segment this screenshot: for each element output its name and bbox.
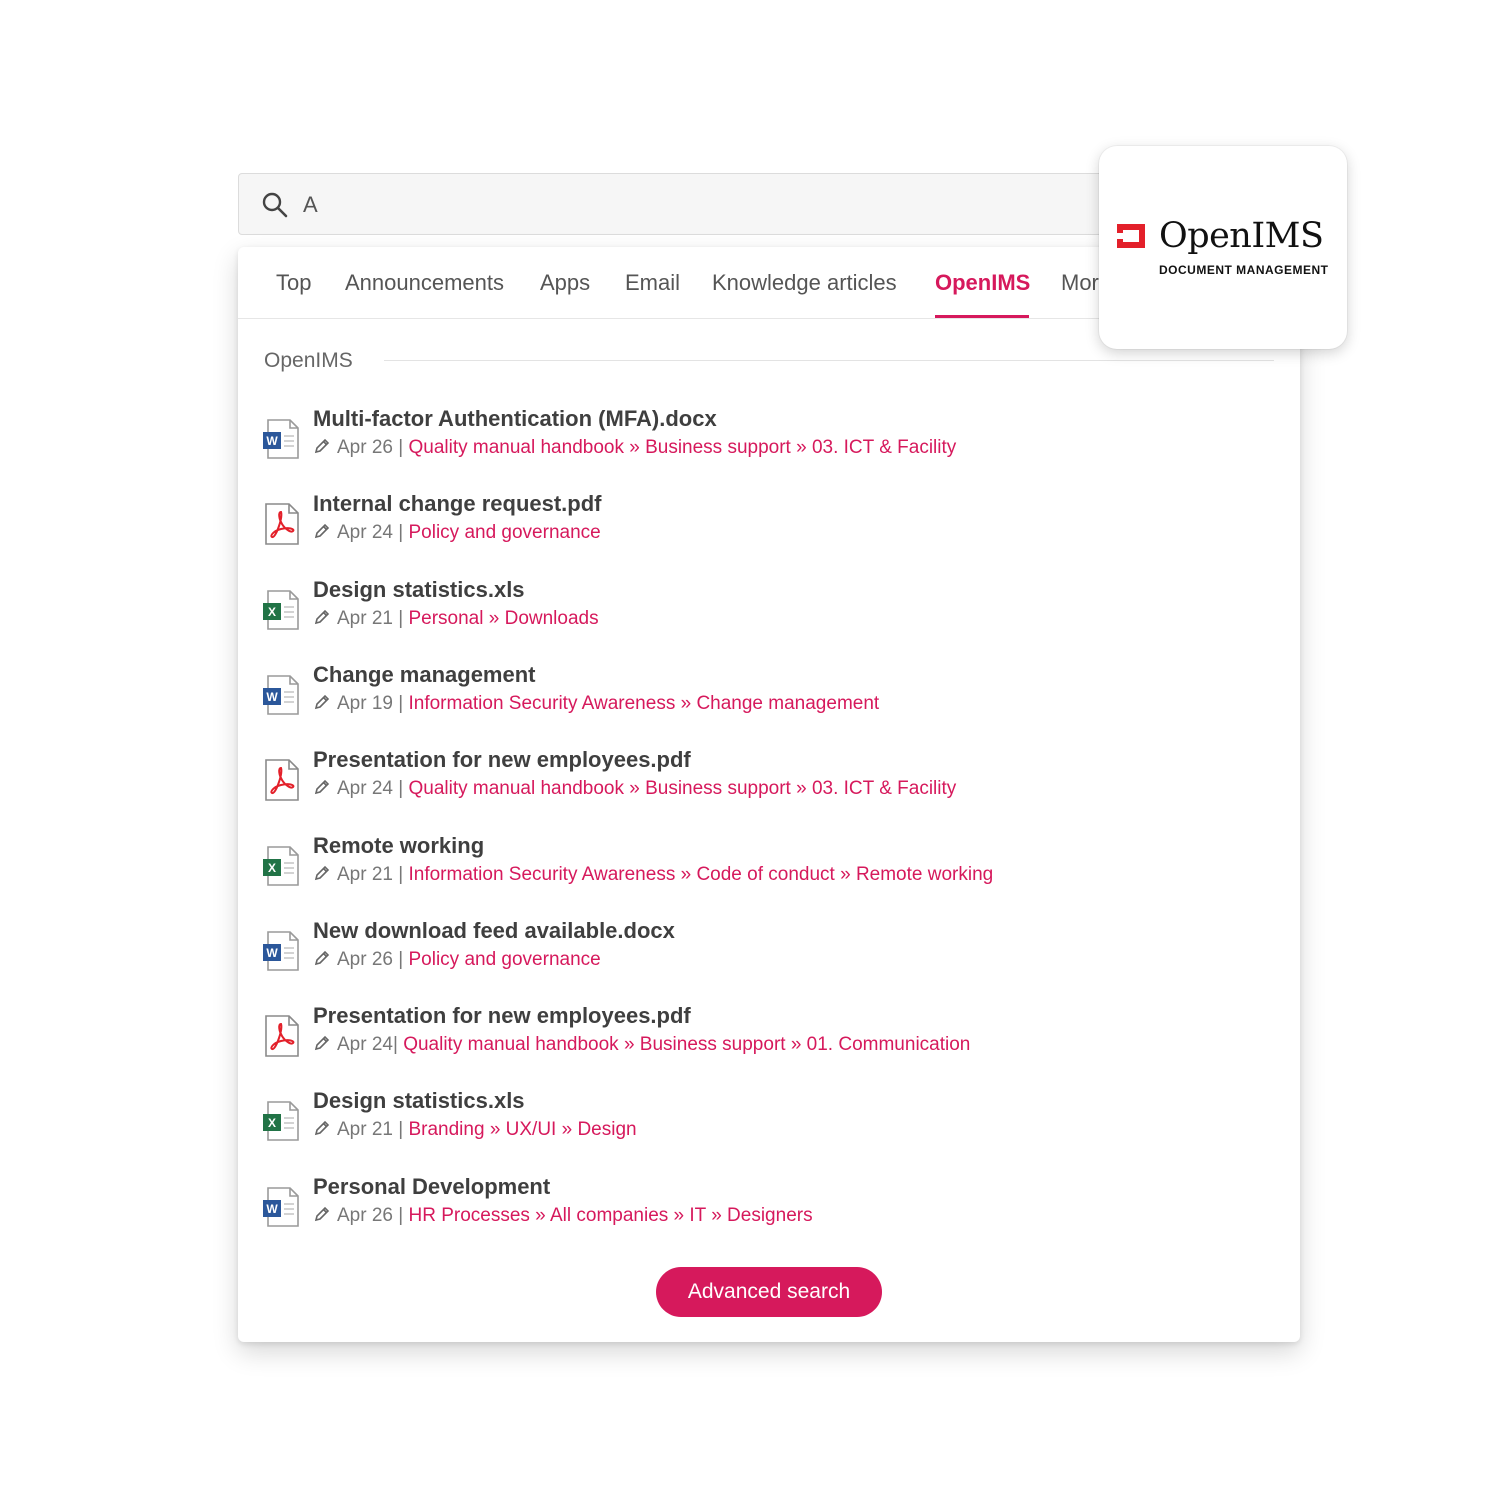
- pdf-file-icon: [262, 502, 302, 546]
- result-path-link[interactable]: Branding » UX/UI » Design: [408, 1119, 636, 1140]
- result-item[interactable]: W Multi-factor Authentication (MFA).docx A…: [238, 406, 1300, 493]
- svg-text:X: X: [268, 605, 276, 619]
- result-path-link[interactable]: HR Processes » All companies » IT » Desi…: [408, 1205, 812, 1226]
- result-meta: Apr 24 | Quality manual handbook » Busin…: [313, 776, 956, 804]
- tab-top[interactable]: Top: [276, 269, 311, 297]
- result-title[interactable]: Personal Development: [313, 1173, 550, 1201]
- result-title[interactable]: Internal change request.pdf: [313, 490, 602, 518]
- result-meta: Apr 21 | Personal » Downloads: [313, 606, 599, 634]
- brand-name: OpenIMS: [1159, 216, 1324, 256]
- result-path-link[interactable]: Quality manual handbook » Business suppo…: [408, 778, 956, 799]
- pencil-icon: [313, 1119, 331, 1145]
- pencil-icon: [313, 778, 331, 804]
- result-path-link[interactable]: Policy and governance: [408, 949, 600, 970]
- result-title[interactable]: Change management: [313, 661, 536, 689]
- svg-text:W: W: [266, 434, 278, 448]
- pdf-file-icon: [262, 1014, 302, 1058]
- svg-text:W: W: [266, 690, 278, 704]
- result-path-link[interactable]: Policy and governance: [408, 522, 600, 543]
- result-date: Apr 21 |: [337, 863, 404, 885]
- tab-email[interactable]: Email: [625, 269, 680, 297]
- pencil-icon: [313, 949, 331, 975]
- word-file-icon: W: [262, 929, 302, 973]
- result-title[interactable]: Remote working: [313, 832, 484, 860]
- pencil-icon: [313, 522, 331, 548]
- excel-file-icon: X: [262, 588, 302, 632]
- result-item[interactable]: W New download feed available.docx Apr 26 …: [238, 918, 1300, 1005]
- result-meta: Apr 26 | Policy and governance: [313, 947, 601, 975]
- result-item[interactable]: Presentation for new employees.pdf Apr 24…: [238, 1003, 1300, 1090]
- word-file-icon: W: [262, 1185, 302, 1229]
- svg-text:W: W: [266, 1202, 278, 1216]
- result-meta: Apr 24 | Policy and governance: [313, 520, 601, 548]
- search-input[interactable]: A: [303, 190, 318, 220]
- brand-tagline: DOCUMENT MANAGEMENT: [1159, 263, 1329, 277]
- pencil-icon: [313, 608, 331, 634]
- brand-logo-card: OpenIMS DOCUMENT MANAGEMENT: [1099, 146, 1347, 349]
- result-title[interactable]: Presentation for new employees.pdf: [313, 1002, 691, 1030]
- result-title[interactable]: New download feed available.docx: [313, 917, 675, 945]
- result-path-link[interactable]: Quality manual handbook » Business suppo…: [408, 437, 956, 458]
- result-item[interactable]: X Design statistics.xls Apr 21 | Personal …: [238, 577, 1300, 664]
- result-meta: Apr 19 | Information Security Awareness …: [313, 691, 879, 719]
- result-path-link[interactable]: Information Security Awareness » Code of…: [408, 864, 993, 885]
- word-file-icon: W: [262, 673, 302, 717]
- result-title[interactable]: Presentation for new employees.pdf: [313, 746, 691, 774]
- result-path-link[interactable]: Information Security Awareness » Change …: [408, 693, 879, 714]
- word-file-icon: W: [262, 417, 302, 461]
- openims-logo-icon: [1117, 224, 1145, 248]
- result-title[interactable]: Design statistics.xls: [313, 1087, 525, 1115]
- advanced-search-button[interactable]: Advanced search: [656, 1267, 882, 1317]
- excel-file-icon: X: [262, 1099, 302, 1143]
- section-title: OpenIMS: [264, 349, 353, 372]
- search-icon: [262, 192, 288, 218]
- section-divider: [384, 360, 1274, 361]
- result-path-link[interactable]: Personal » Downloads: [408, 608, 598, 629]
- svg-text:X: X: [268, 861, 276, 875]
- result-meta: Apr 24| Quality manual handbook » Busine…: [313, 1032, 970, 1060]
- result-date: Apr 26 |: [337, 437, 404, 458]
- pencil-icon: [313, 864, 331, 890]
- result-item[interactable]: X Remote working Apr 21 | Information Secu…: [238, 833, 1300, 920]
- tab-more[interactable]: Mor: [1061, 269, 1099, 297]
- result-date: Apr 21 |: [337, 607, 404, 629]
- pencil-icon: [313, 437, 331, 463]
- tab-openims[interactable]: OpenIMS: [935, 269, 1030, 297]
- tab-announcements[interactable]: Announcements: [345, 269, 504, 297]
- result-title[interactable]: Design statistics.xls: [313, 576, 525, 604]
- result-date: Apr 24 |: [337, 522, 404, 544]
- result-date: Apr 19 |: [337, 692, 404, 714]
- result-meta: Apr 26 | HR Processes » All companies » …: [313, 1203, 813, 1231]
- result-item[interactable]: W Personal Development Apr 26 | HR Process…: [238, 1174, 1300, 1261]
- pencil-icon: [313, 693, 331, 719]
- svg-text:X: X: [268, 1116, 276, 1130]
- tab-apps[interactable]: Apps: [540, 269, 590, 297]
- search-bar[interactable]: [238, 173, 1138, 235]
- result-item[interactable]: Internal change request.pdf Apr 24 | Poli…: [238, 491, 1300, 578]
- result-item[interactable]: Presentation for new employees.pdf Apr 24…: [238, 747, 1300, 834]
- result-meta: Apr 21 | Information Security Awareness …: [313, 862, 993, 890]
- result-item[interactable]: W Change management Apr 19 | Information S…: [238, 662, 1300, 749]
- result-date: Apr 24 |: [337, 778, 404, 800]
- active-tab-indicator: [935, 315, 1029, 318]
- pencil-icon: [313, 1034, 331, 1060]
- result-date: Apr 26 |: [337, 1204, 404, 1226]
- result-meta: Apr 26 | Quality manual handbook » Busin…: [313, 435, 956, 463]
- pencil-icon: [313, 1205, 331, 1231]
- result-date: Apr 24|: [337, 1034, 398, 1056]
- result-path-link[interactable]: Quality manual handbook » Business suppo…: [403, 1034, 970, 1055]
- search-results-panel: Top Announcements Apps Email Knowledge a…: [238, 247, 1300, 1342]
- result-item[interactable]: X Design statistics.xls Apr 21 | Branding …: [238, 1088, 1300, 1175]
- result-date: Apr 21 |: [337, 1119, 404, 1141]
- result-meta: Apr 21 | Branding » UX/UI » Design: [313, 1117, 637, 1145]
- tab-knowledge-articles[interactable]: Knowledge articles: [712, 269, 897, 297]
- result-title[interactable]: Multi-factor Authentication (MFA).docx: [313, 405, 717, 433]
- svg-text:W: W: [266, 946, 278, 960]
- result-date: Apr 26 |: [337, 948, 404, 970]
- pdf-file-icon: [262, 758, 302, 802]
- excel-file-icon: X: [262, 844, 302, 888]
